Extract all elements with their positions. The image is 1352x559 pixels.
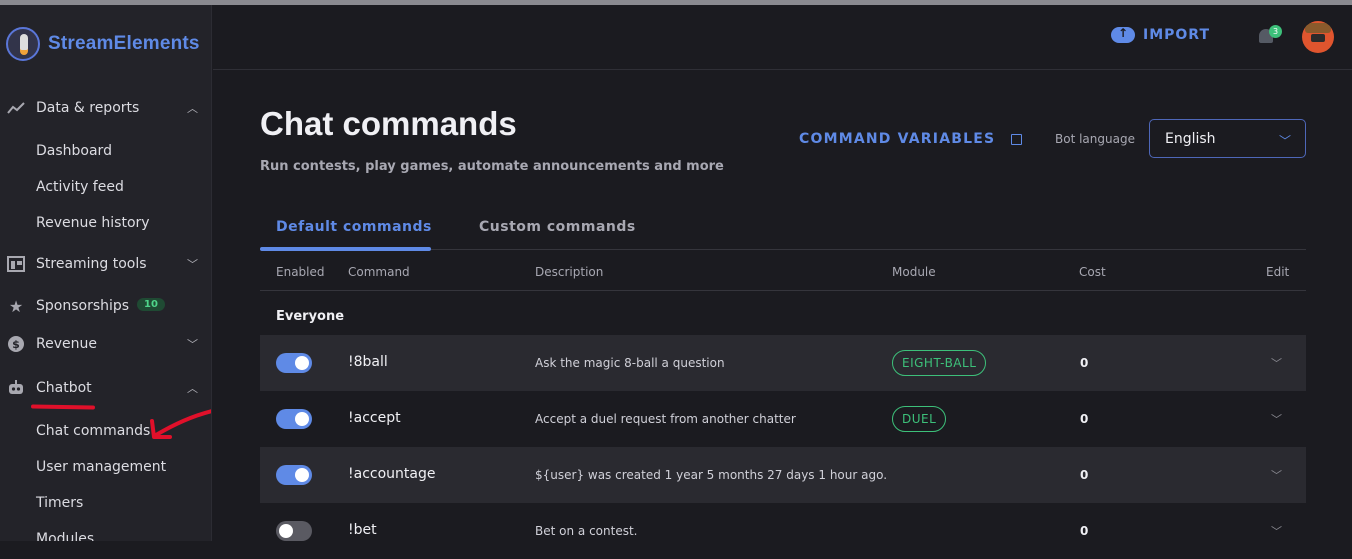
user-avatar[interactable] [1302,21,1334,53]
group-label-everyone: Everyone [276,309,345,324]
sidebar-section-label: Chatbot [36,380,92,396]
command-cost: 0 [1080,468,1089,482]
chevron-up-icon: ︿ [187,382,198,395]
sidebar: StreamElements Data & reports ︿ Dashboar… [0,5,212,541]
sidebar-section-chatbot[interactable]: Chatbot ︿ [0,373,211,403]
enabled-toggle[interactable] [276,465,312,485]
table-row: !accountage ${user} was created 1 year 5… [260,447,1306,503]
tab-custom-commands[interactable]: Custom commands [479,219,636,235]
column-header-enabled: Enabled [276,265,325,279]
sidebar-section-label: Streaming tools [36,256,147,272]
column-header-command: Command [348,265,410,279]
sidebar-section-label: Revenue [36,336,97,352]
command-tabs: Default commands Custom commands [260,213,1306,251]
table-row: !accept Accept a duel request from anoth… [260,391,1306,447]
red-arrow-annotation [150,409,211,439]
command-name: !accountage [348,466,436,482]
command-description: Accept a duel request from another chatt… [535,412,796,426]
sidebar-item-chat-commands[interactable]: Chat commands [36,423,150,439]
import-label: IMPORT [1143,27,1211,43]
sidebar-item-revenue-history[interactable]: Revenue history [36,215,150,231]
module-badge: EIGHT-BALL [892,350,987,376]
chevron-down-icon: ﹀ [187,338,198,351]
expand-chevron-icon[interactable]: ﹀ [1271,411,1282,427]
sidebar-item-modules[interactable]: Modules [36,531,94,541]
enabled-toggle[interactable] [276,353,312,373]
sidebar-item-user-management[interactable]: User management [36,459,166,475]
rocket-logo-icon [6,27,40,61]
sponsorships-count-badge: 10 [137,298,165,311]
notification-count-badge: 3 [1269,25,1282,38]
page-title: Chat commands [260,105,517,142]
sidebar-section-data-reports[interactable]: Data & reports ︿ [0,93,211,123]
column-header-description: Description [535,265,604,279]
tab-default-commands[interactable]: Default commands [276,219,432,235]
avatar-mask [1311,34,1325,42]
command-cost: 0 [1080,524,1089,538]
command-name: !accept [348,410,401,426]
robot-icon [6,378,26,398]
sidebar-section-label: Data & reports [36,100,140,116]
main-content: IMPORT 3 Chat commands Run contests, pla… [213,5,1352,541]
column-header-cost: Cost [1079,265,1106,279]
chevron-up-icon: ︿ [187,102,198,115]
brand-logo[interactable]: StreamElements [6,27,200,61]
enabled-toggle[interactable] [276,409,312,429]
page-subtitle: Run contests, play games, automate annou… [260,159,724,174]
svg-text:$: $ [12,338,20,351]
command-cost: 0 [1080,412,1089,426]
brand-name: StreamElements [48,33,200,54]
sidebar-item-timers[interactable]: Timers [36,495,83,511]
command-description: Bet on a contest. [535,524,638,538]
trend-icon [6,98,26,118]
table-header: Enabled Command Description Module Cost … [260,251,1306,291]
cloud-upload-icon [1111,26,1135,43]
command-description: Ask the magic 8-ball a question [535,356,725,370]
expand-chevron-icon[interactable]: ﹀ [1271,355,1282,371]
module-badge: DUEL [892,406,947,432]
expand-chevron-icon[interactable]: ﹀ [1271,523,1282,539]
avatar-hat [1305,23,1331,33]
dollar-icon: $ [6,334,26,354]
command-name: !bet [348,522,377,538]
column-header-edit: Edit [1266,265,1290,279]
layout-icon [6,254,26,274]
sidebar-item-activity-feed[interactable]: Activity feed [36,179,124,195]
command-variables-link[interactable]: COMMAND VARIABLES [799,131,1023,147]
import-button[interactable]: IMPORT [1111,26,1211,43]
chevron-down-icon: ﹀ [187,258,198,271]
expand-chevron-icon[interactable]: ﹀ [1271,467,1282,483]
command-name: !8ball [348,354,388,370]
sidebar-section-label: Sponsorships [36,298,130,314]
table-row: !bet Bet on a contest. 0 ﹀ [260,503,1306,559]
red-underline-annotation [30,404,96,410]
command-description: ${user} was created 1 year 5 months 27 d… [535,468,888,482]
bot-language-label: Bot language [1055,132,1135,146]
sidebar-section-streaming-tools[interactable]: Streaming tools ﹀ [0,249,211,279]
top-bar: IMPORT 3 [213,5,1352,70]
star-icon: ★ [8,296,24,316]
chevron-down-icon: ﹀ [1278,134,1291,148]
command-cost: 0 [1080,356,1089,370]
enabled-toggle[interactable] [276,521,312,541]
sidebar-section-revenue[interactable]: $ Revenue ﹀ [0,329,211,359]
column-header-module: Module [892,265,936,279]
table-row: !8ball Ask the magic 8-ball a question E… [260,335,1306,391]
external-link-icon [1011,133,1023,145]
notifications-button[interactable]: 3 [1259,25,1282,47]
sidebar-section-sponsorships[interactable]: ★ Sponsorships 10 [0,291,211,321]
bot-language-select[interactable]: English ﹀ [1149,119,1306,158]
sidebar-item-dashboard[interactable]: Dashboard [36,143,112,159]
command-variables-label: COMMAND VARIABLES [799,131,996,147]
bot-language-value: English [1165,130,1216,147]
